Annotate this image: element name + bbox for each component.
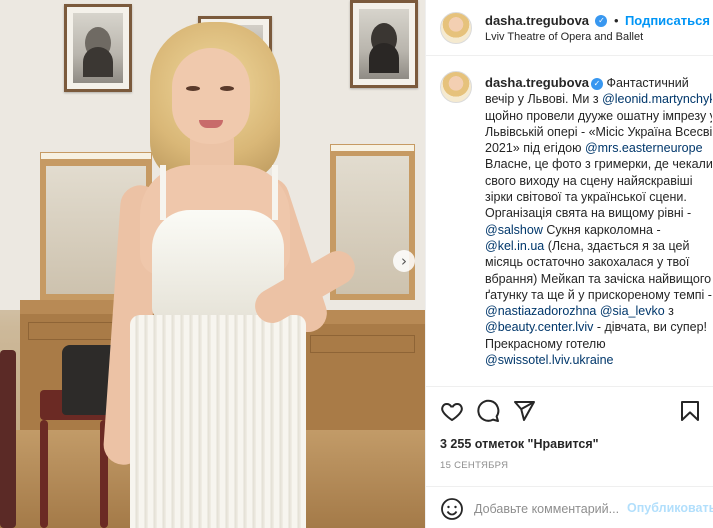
mention-link[interactable]: @nastiazadorozhna	[485, 304, 596, 318]
dress-strap-left	[160, 165, 166, 220]
location-link[interactable]: Lviv Theatre of Opera and Ballet	[485, 31, 643, 43]
caption: dasha.tregubova ✓ Фантастичний вечір у Ль…	[440, 71, 712, 386]
face	[172, 48, 250, 144]
caption-username[interactable]: dasha.tregubova	[485, 75, 589, 90]
mention-link[interactable]: @swissotel.lviv.ukraine	[485, 353, 613, 367]
emoji-icon[interactable]	[440, 497, 464, 521]
bookmark-icon[interactable]	[678, 399, 702, 423]
drawer	[310, 335, 415, 353]
framed-portrait-right	[350, 0, 418, 88]
avatar[interactable]	[440, 12, 472, 44]
comment-icon[interactable]	[476, 399, 500, 423]
caption-avatar[interactable]	[440, 71, 472, 103]
caption-text-segment: Власне, це фото з гримерки, де чекали св…	[485, 157, 712, 221]
post-date[interactable]: 15 СЕНТЯБРЯ	[440, 460, 508, 471]
mention-link[interactable]: @sia_levko	[600, 304, 665, 318]
mirror-lamp-right	[330, 144, 415, 152]
verified-badge-icon: ✓	[591, 77, 604, 90]
verified-badge-icon: ✓	[595, 14, 608, 27]
caption-body: Фантастичний вечір у Львові. Ми з @leoni…	[485, 76, 712, 367]
dress-strap-right	[272, 165, 278, 220]
likes-count[interactable]: 3 255 отметок "Нравится"	[440, 437, 599, 451]
header-username[interactable]: dasha.tregubova	[485, 13, 589, 28]
heart-icon[interactable]	[440, 399, 464, 423]
next-photo-icon[interactable]: ›	[393, 250, 415, 272]
follow-button[interactable]: Подписаться	[625, 13, 710, 28]
caption-text-segment: Сукня карколомна -	[542, 222, 661, 237]
post-header: dasha.tregubova ✓ • Подписаться Lviv The…	[426, 0, 713, 56]
caption-text-segment: з	[664, 304, 674, 319]
mirror-lamp-left	[40, 152, 152, 160]
comment-bar: Опубликовать	[426, 486, 713, 528]
pleated-skirt	[130, 315, 306, 528]
red-chair-leg	[40, 420, 48, 528]
framed-portrait-left	[64, 4, 132, 92]
share-icon[interactable]	[512, 399, 536, 423]
comment-input[interactable]	[474, 499, 624, 519]
action-bar	[426, 386, 713, 432]
mention-link[interactable]: @kel.in.ua	[485, 239, 544, 253]
separator-dot: •	[613, 13, 619, 28]
mention-link[interactable]: @salshow	[485, 223, 543, 237]
post-side-panel: dasha.tregubova ✓ • Подписаться Lviv The…	[425, 0, 713, 528]
mention-link[interactable]: @beauty.center.lviv	[485, 320, 593, 334]
armchair-left	[0, 350, 16, 528]
mention-link[interactable]: @leonid.martynchyk	[602, 92, 712, 106]
publish-button[interactable]: Опубликовать	[627, 501, 713, 515]
caption-text: dasha.tregubova ✓ Фантастичний вечір у Ль…	[485, 75, 712, 368]
mention-link[interactable]: @mrs.easterneurope	[585, 141, 703, 155]
post-photo[interactable]: ›	[0, 0, 425, 528]
